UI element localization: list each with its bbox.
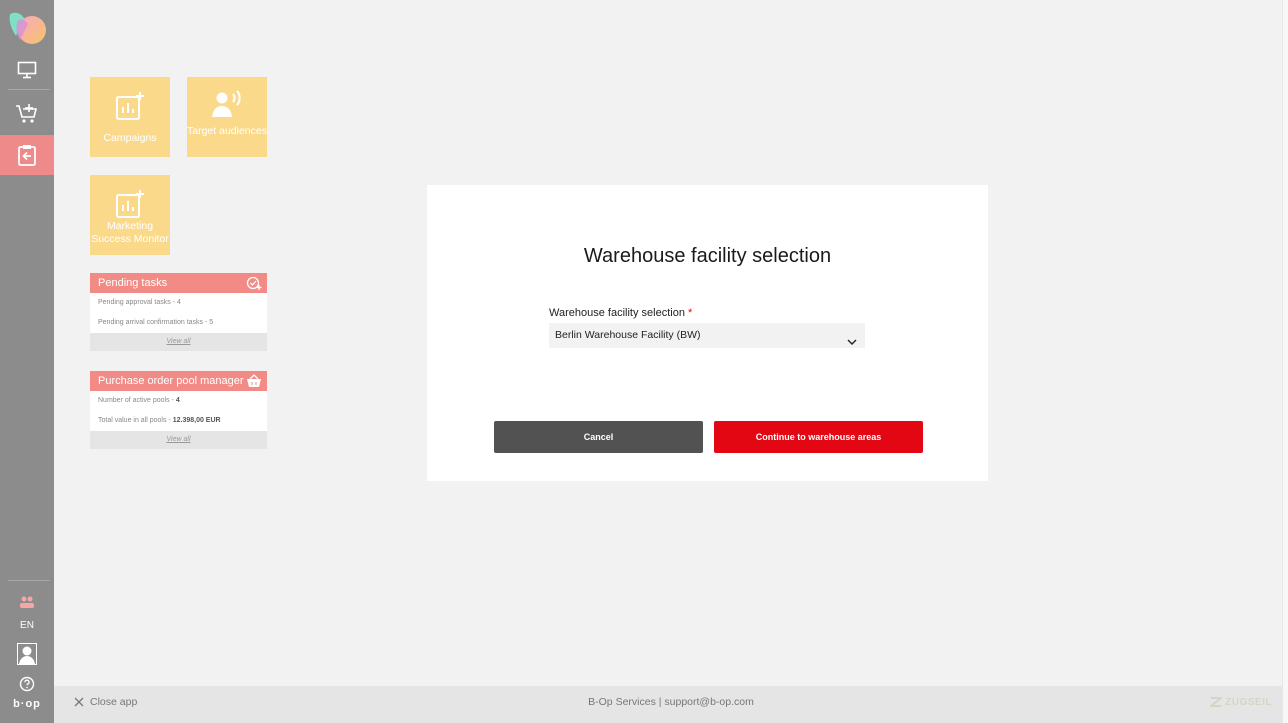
active-pools-label: Number of active pools - [98,397,176,404]
widget-header: Pending tasks [90,273,267,293]
zugseil-wordmark: ZUGSEIL [1225,696,1272,708]
view-all-link[interactable]: View all [90,333,267,351]
sidebar-divider [8,580,50,581]
cancel-button[interactable]: Cancel [494,421,703,453]
services-contact: B-Op Services | support@b-op.com [588,696,754,708]
tile-label: Target audiences [187,125,267,137]
monitor-icon [17,61,37,79]
help-button[interactable] [0,674,54,694]
warehouse-selection-dialog: Warehouse facility selection Warehouse f… [427,185,988,481]
active-pools-value: 4 [175,397,180,404]
sidebar: EN b·op [0,0,54,723]
user-profile-button[interactable] [0,642,54,666]
chart-add-icon [116,92,144,120]
warehouse-facility-select[interactable]: Berlin Warehouse Facility (BW) [549,323,865,348]
task-check-icon [246,276,262,297]
tile-target-audiences[interactable]: Target audiences [187,77,267,157]
chart-add-icon [116,190,144,218]
po-pool-manager-widget: Purchase order pool manager Number of ac… [90,371,267,449]
required-marker: * [688,307,693,319]
tile-label: Marketing Success Monitor [91,220,169,245]
tile-campaigns[interactable]: Campaigns [90,77,170,157]
footer: Close app B-Op Services | support@b-op.c… [54,686,1288,723]
sidebar-item-dashboard[interactable] [0,50,54,90]
tile-label: Campaigns [103,132,157,144]
widget-line: Total value in all pools - 12.398,00 EUR [90,411,267,431]
brand-logo: b·op [13,698,41,710]
sidebar-divider [8,89,50,90]
clipboard-arrow-icon [18,145,36,166]
widget-title: Purchase order pool manager [98,375,244,387]
notifications-button[interactable] [0,592,54,612]
widget-line: Number of active pools - 4 [90,391,267,411]
people-icon [20,596,34,608]
basket-icon [246,374,262,395]
dialog-title: Warehouse facility selection [583,245,832,267]
avatar-icon [17,643,37,665]
scrollbar-track[interactable] [1282,0,1288,723]
help-icon [19,676,35,692]
sidebar-item-inbound[interactable] [0,135,54,175]
field-label: Warehouse facility selection * [549,307,692,319]
speaking-person-icon [212,90,241,117]
view-all-link[interactable]: View all [90,431,267,449]
widget-title: Pending tasks [98,277,168,289]
sidebar-item-shop[interactable] [0,94,54,134]
continue-button[interactable]: Continue to warehouse areas [714,421,923,453]
widget-line: Pending approval tasks - 4 [98,299,181,306]
field-label-text: Warehouse facility selection [549,307,685,319]
total-value-value: 12.398,00 EUR [172,417,221,424]
cart-add-icon [16,104,38,123]
language-switcher[interactable]: EN [0,620,54,631]
app-logo [8,10,48,46]
zugseil-logo: ZUGSEIL [1210,696,1272,708]
widget-header: Purchase order pool manager [90,371,267,391]
selected-value: Berlin Warehouse Facility (BW) [555,329,701,341]
tile-marketing-success-monitor[interactable]: Marketing Success Monitor [90,175,170,255]
pending-tasks-widget: Pending tasks Pending approval tasks - 4… [90,273,267,351]
total-value-label: Total value in all pools - [98,417,173,424]
chevron-down-icon [847,331,857,356]
widget-line: Pending arrival confirmation tasks - 5 [98,319,214,326]
